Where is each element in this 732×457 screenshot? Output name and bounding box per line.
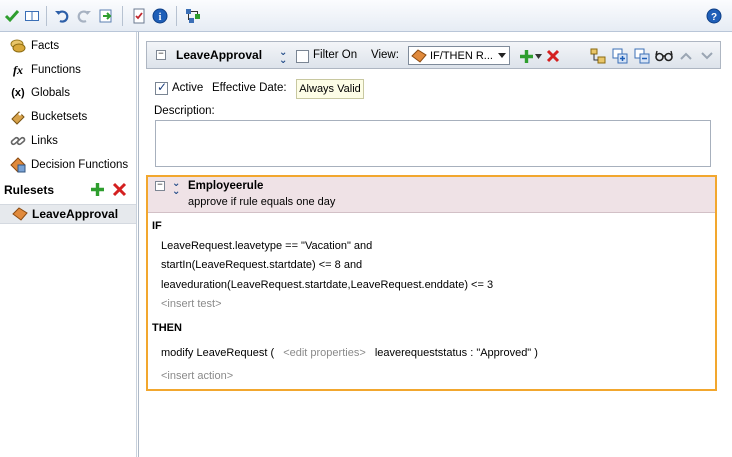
delete-rule-icon[interactable]	[544, 47, 562, 65]
rule-test[interactable]: startIn(LeaveRequest.startdate) <= 8 and	[161, 259, 362, 271]
move-up-icon[interactable]	[677, 47, 695, 65]
svg-text:i: i	[159, 12, 162, 23]
nav-item-globals[interactable]: (x) Globals	[10, 84, 70, 102]
rulesets-header: Rulesets	[4, 180, 132, 200]
nav-item-label: Decision Functions	[31, 159, 129, 171]
ruleset-title: LeaveApproval	[176, 48, 263, 62]
functions-icon: fx	[13, 62, 23, 77]
checklist-icon[interactable]	[129, 6, 149, 26]
rule-panel: − ⌄ ⌄ Employeerule approve if rule equals…	[146, 175, 717, 391]
nav-item-label: Bucketsets	[31, 111, 88, 123]
nav-item-decision-functions[interactable]: Decision Functions	[10, 156, 128, 174]
delete-ruleset-icon[interactable]	[112, 182, 127, 197]
then-keyword: THEN	[152, 322, 182, 334]
rule-action[interactable]: modify LeaveRequest ( <edit properties> …	[161, 347, 538, 359]
rule-options-chevron-icon[interactable]: ⌄ ⌄	[172, 179, 180, 197]
ruleset-icon	[12, 207, 28, 221]
nav-item-label: Facts	[31, 40, 60, 52]
nav-item-functions[interactable]: fx Functions	[10, 61, 81, 79]
dictionary-navigator: Facts fx Functions (x) Globals Bucketset…	[0, 32, 137, 457]
undo-icon[interactable]	[52, 6, 72, 26]
add-ruleset-icon[interactable]	[90, 182, 105, 197]
nav-item-label: Functions	[31, 64, 81, 76]
filter-on-label: Filter On	[313, 49, 358, 61]
action-prefix: modify LeaveRequest (	[161, 347, 275, 359]
glasses-icon[interactable]	[655, 47, 673, 65]
info-icon[interactable]: i	[150, 6, 170, 26]
nav-item-links[interactable]: Links	[10, 132, 58, 150]
globals-icon: (x)	[11, 87, 25, 99]
links-icon	[10, 133, 26, 149]
insert-test-link[interactable]: <insert test>	[161, 298, 222, 310]
chevron-down-icon	[498, 53, 506, 58]
ruleset-item-leaveapproval[interactable]: LeaveApproval	[0, 204, 136, 224]
rule-test[interactable]: leaveduration(LeaveRequest.startdate,Lea…	[161, 279, 493, 291]
view-label: View:	[371, 49, 399, 61]
rule-header: − ⌄ ⌄ Employeerule approve if rule equals…	[148, 177, 715, 213]
svg-text:?: ?	[711, 12, 717, 23]
rule-test[interactable]: LeaveRequest.leavetype == "Vacation" and	[161, 240, 372, 252]
active-checkbox[interactable]	[155, 80, 168, 95]
rule-description[interactable]: approve if rule equals one day	[188, 196, 335, 208]
description-label: Description:	[154, 105, 215, 117]
collapse-ruleset-toggle[interactable]: −	[156, 50, 166, 60]
collapse-rule-toggle[interactable]: −	[155, 181, 165, 191]
if-keyword: IF	[152, 220, 162, 232]
dictionary-book-icon[interactable]	[22, 6, 42, 26]
description-textarea[interactable]	[155, 120, 711, 167]
expand-all-icon[interactable]	[611, 47, 629, 65]
view-select-value: IF/THEN R...	[430, 49, 493, 62]
tree-view-icon[interactable]	[589, 47, 607, 65]
edit-properties-link[interactable]: <edit properties>	[283, 347, 366, 359]
effective-date-label: Effective Date:	[212, 82, 287, 94]
effective-date-button[interactable]: Always Valid	[296, 79, 364, 99]
expand-chevron-icon[interactable]: ⌄ ⌄	[279, 48, 287, 66]
nav-item-facts[interactable]: Facts	[10, 37, 59, 55]
collapse-all-icon[interactable]	[633, 47, 651, 65]
nav-item-label: Globals	[31, 87, 70, 99]
help-icon[interactable]: ?	[704, 6, 724, 26]
nav-item-label: Links	[31, 135, 58, 147]
redo-icon[interactable]	[74, 6, 94, 26]
rule-view-icon	[411, 48, 427, 63]
view-select[interactable]: IF/THEN R...	[408, 46, 510, 65]
decision-functions-icon	[10, 157, 26, 173]
action-assignment: leaverequeststatus : "Approved" )	[374, 347, 538, 359]
rulesets-label: Rulesets	[4, 183, 55, 197]
add-dropdown-icon[interactable]	[533, 47, 543, 65]
hierarchy-icon[interactable]	[183, 6, 203, 26]
move-down-icon[interactable]	[698, 47, 716, 65]
bucketsets-icon	[10, 109, 26, 125]
export-icon[interactable]	[96, 6, 116, 26]
insert-action-link[interactable]: <insert action>	[161, 370, 233, 382]
facts-icon	[10, 38, 26, 54]
rule-name[interactable]: Employeerule	[188, 180, 263, 192]
nav-item-bucketsets[interactable]: Bucketsets	[10, 108, 87, 126]
ruleset-editor: − LeaveApproval ⌄ ⌄ Filter On View: IF/TH…	[138, 32, 732, 457]
active-label: Active	[172, 82, 204, 94]
ruleset-header-bar: − LeaveApproval ⌄ ⌄ Filter On View: IF/TH…	[146, 41, 721, 69]
main-toolbar: i ?	[0, 0, 732, 32]
ruleset-item-label: LeaveApproval	[32, 207, 119, 221]
filter-on-checkbox[interactable]	[296, 50, 309, 63]
validate-check-icon[interactable]	[2, 6, 22, 26]
